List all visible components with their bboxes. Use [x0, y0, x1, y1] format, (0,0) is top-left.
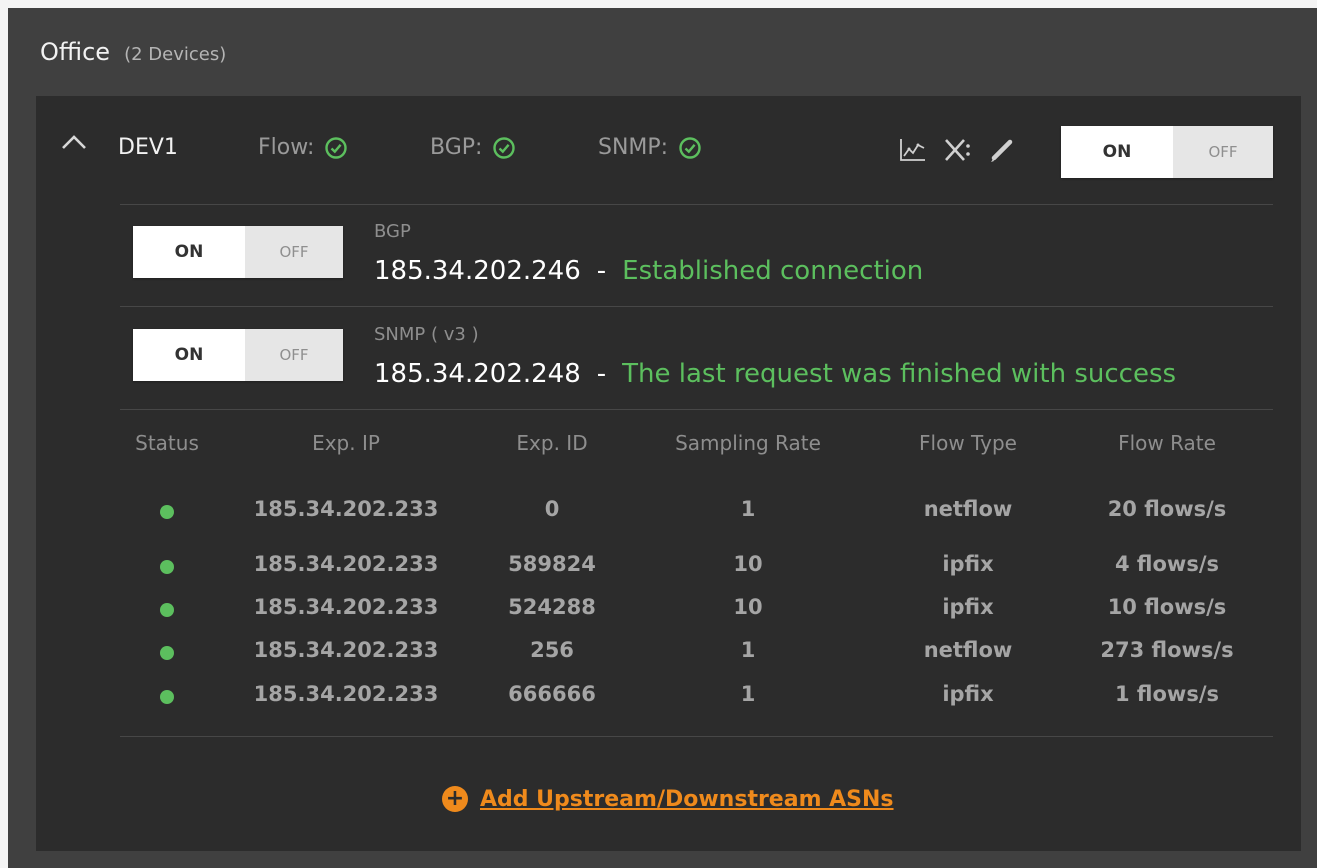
bgp-status-text: Established connection — [622, 256, 924, 286]
cell-flow-rate: 1 flows/s — [1115, 682, 1219, 706]
cell-sampling-rate: 1 — [740, 497, 756, 521]
bgp-status: BGP: — [430, 135, 516, 160]
add-asns-label[interactable]: Add Upstream/Downstream ASNs — [480, 787, 894, 812]
disconnect-icon[interactable] — [942, 136, 972, 164]
toggle-off[interactable]: OFF — [1173, 126, 1273, 178]
cell-flow-type: netflow — [923, 497, 1013, 521]
cell-exp-ip: 185.34.202.233 — [253, 595, 439, 619]
add-asns-link[interactable]: + Add Upstream/Downstream ASNs — [442, 786, 894, 812]
device-group-panel: Office (2 Devices) DEV1 Flow: BGP: SNMP:… — [8, 8, 1317, 868]
toggle-off[interactable]: OFF — [245, 226, 343, 278]
cell-exp-id: 589824 — [508, 552, 596, 576]
cell-exp-id: 0 — [544, 497, 560, 521]
cell-sampling-rate: 10 — [733, 552, 763, 576]
snmp-status-text: The last request was finished with succe… — [622, 359, 1177, 389]
snmp-toggle[interactable]: ON OFF — [133, 329, 343, 381]
cell-flow-rate: 20 flows/s — [1107, 497, 1227, 521]
cell-flow-type: netflow — [923, 638, 1013, 662]
chart-icon[interactable] — [898, 136, 928, 164]
device-name: DEV1 — [118, 135, 178, 160]
cell-exp-ip: 185.34.202.233 — [253, 552, 439, 576]
status-dot — [160, 690, 174, 704]
cell-flow-rate: 4 flows/s — [1115, 552, 1219, 576]
toggle-on[interactable]: ON — [133, 329, 245, 381]
snmp-label: SNMP ( v3 ) — [374, 324, 479, 345]
cell-exp-id: 256 — [530, 638, 574, 662]
check-circle-icon — [679, 136, 701, 159]
cell-sampling-rate: 1 — [740, 638, 756, 662]
device-card: DEV1 Flow: BGP: SNMP: ON OFF ON OFF BGP … — [36, 96, 1301, 851]
toggle-off[interactable]: OFF — [245, 329, 343, 381]
group-name: Office — [40, 38, 111, 66]
cell-exp-ip: 185.34.202.233 — [253, 638, 439, 662]
cell-sampling-rate: 1 — [740, 682, 756, 706]
table-row: 185.34.202.233 0 1 netflow 20 flows/s — [36, 497, 1301, 527]
chevron-up-icon[interactable] — [60, 132, 88, 152]
table-row: 185.34.202.233 256 1 netflow 273 flows/s — [36, 638, 1301, 668]
device-header: DEV1 Flow: BGP: SNMP: ON OFF — [36, 96, 1301, 198]
cell-exp-id: 524288 — [508, 595, 596, 619]
bgp-status-label: BGP: — [430, 135, 483, 160]
toggle-on[interactable]: ON — [1061, 126, 1173, 178]
col-flow-rate: Flow Rate — [1118, 431, 1216, 455]
check-circle-icon — [493, 136, 516, 159]
col-sampling-rate: Sampling Rate — [675, 431, 821, 455]
col-flow-type: Flow Type — [919, 431, 1017, 455]
table-row: 185.34.202.233 666666 1 ipfix 1 flows/s — [36, 682, 1301, 712]
divider — [120, 204, 1273, 205]
cell-exp-ip: 185.34.202.233 — [253, 497, 439, 521]
divider — [120, 306, 1273, 307]
bgp-toggle[interactable]: ON OFF — [133, 226, 343, 278]
cell-flow-rate: 10 flows/s — [1107, 595, 1227, 619]
cell-flow-type: ipfix — [942, 552, 994, 576]
group-header: Office (2 Devices) — [40, 38, 226, 66]
cell-sampling-rate: 10 — [733, 595, 763, 619]
col-status: Status — [135, 431, 199, 455]
status-dot — [160, 646, 174, 660]
status-dot — [160, 560, 174, 574]
group-device-count: (2 Devices) — [124, 44, 227, 65]
divider — [120, 736, 1273, 737]
divider — [120, 409, 1273, 410]
flow-status-label: Flow: — [258, 135, 315, 160]
cell-flow-rate: 273 flows/s — [1100, 638, 1234, 662]
separator: - — [596, 359, 607, 389]
status-dot — [160, 505, 174, 519]
cell-exp-id: 666666 — [508, 682, 596, 706]
plus-circle-icon[interactable]: + — [442, 786, 468, 812]
device-toolbar — [898, 136, 1016, 164]
device-toggle[interactable]: ON OFF — [1061, 126, 1273, 178]
separator: - — [596, 256, 607, 286]
snmp-ip: 185.34.202.248 — [374, 359, 581, 389]
bgp-ip: 185.34.202.246 — [374, 256, 581, 286]
table-row: 185.34.202.233 589824 10 ipfix 4 flows/s — [36, 552, 1301, 582]
check-circle-icon — [325, 136, 348, 159]
col-exp-id: Exp. ID — [516, 431, 588, 455]
status-dot — [160, 603, 174, 617]
bgp-connection: 185.34.202.246 - Established connection — [374, 256, 923, 286]
snmp-connection: 185.34.202.248 - The last request was fi… — [374, 359, 1176, 389]
table-row: 185.34.202.233 524288 10 ipfix 10 flows/… — [36, 595, 1301, 625]
col-exp-ip: Exp. IP — [312, 431, 380, 455]
bgp-label: BGP — [374, 221, 411, 242]
toggle-on[interactable]: ON — [133, 226, 245, 278]
flow-status: Flow: — [258, 135, 348, 160]
cell-flow-type: ipfix — [942, 595, 994, 619]
snmp-status: SNMP: — [598, 135, 702, 160]
edit-icon[interactable] — [986, 136, 1016, 164]
cell-flow-type: ipfix — [942, 682, 994, 706]
cell-exp-ip: 185.34.202.233 — [253, 682, 439, 706]
exporter-table-header: Status Exp. IP Exp. ID Sampling Rate Flo… — [36, 431, 1301, 461]
snmp-status-label: SNMP: — [598, 135, 669, 160]
